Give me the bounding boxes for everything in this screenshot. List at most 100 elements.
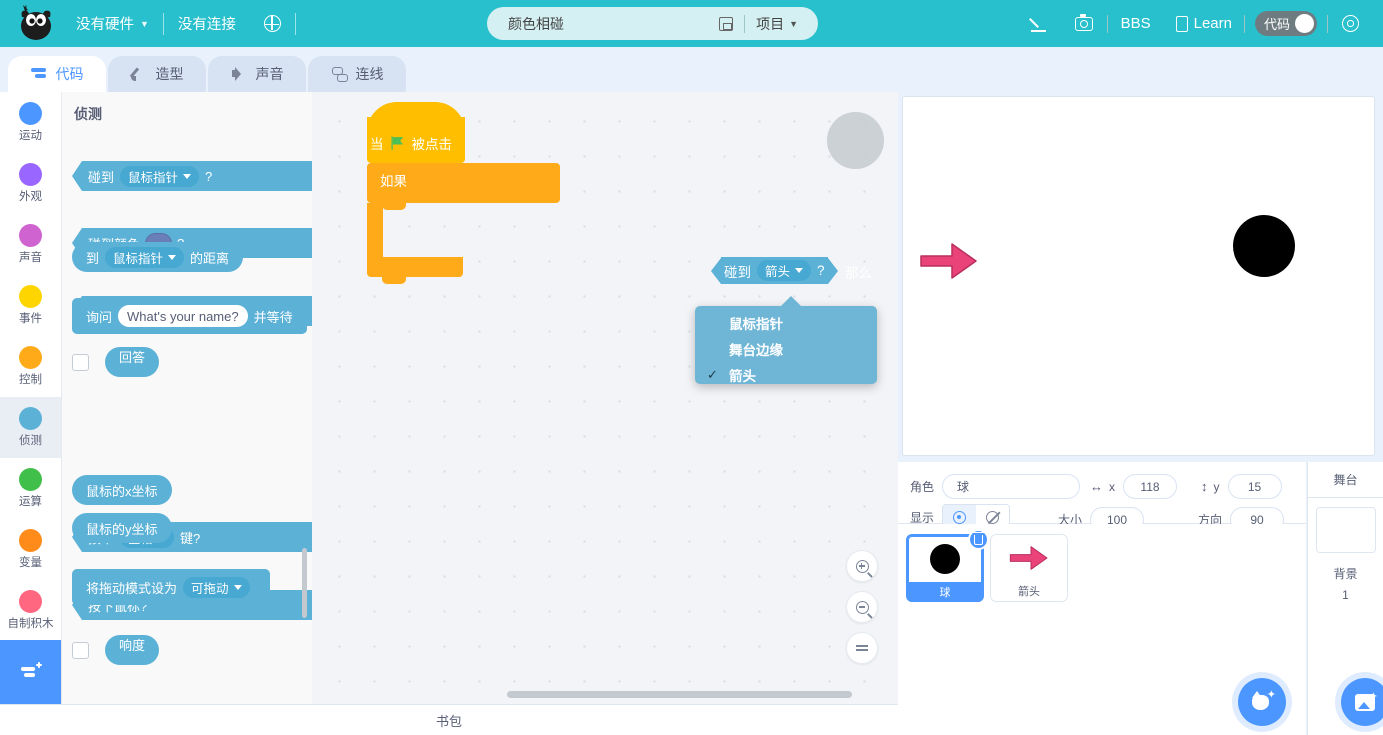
block-mouse-y[interactable]: 鼠标的y坐标 <box>72 513 172 543</box>
bool-center: 碰到 箭头 ? <box>721 257 828 284</box>
save-floppy-icon[interactable] <box>719 16 734 31</box>
palette-category-title: 侦测 <box>74 106 102 122</box>
category-motion-label: 运动 <box>19 130 42 142</box>
sprite-card-ball[interactable]: 球 <box>906 529 989 602</box>
dropdown-item-stage-edge[interactable]: 舞台边缘 <box>695 336 877 362</box>
add-extension-button[interactable] <box>0 640 61 704</box>
block-mouse-x[interactable]: 鼠标的x坐标 <box>72 475 172 505</box>
category-sound[interactable]: 声音 <box>0 214 61 275</box>
stage-canvas[interactable] <box>902 96 1375 456</box>
motion-color-dot <box>19 102 42 125</box>
bool-right-point <box>827 257 838 284</box>
chevron-down-icon-project: ▼ <box>789 18 798 29</box>
block-touching-dropdown[interactable]: 鼠标指针 <box>120 165 200 187</box>
delete-sprite-button[interactable] <box>968 529 989 550</box>
block-loudness[interactable]: 响度 <box>105 635 160 665</box>
block-distance-dropdown[interactable]: 鼠标指针 <box>105 246 185 268</box>
pink-arrow-thumb-icon <box>1009 546 1048 570</box>
category-looks[interactable]: 外观 <box>0 153 61 214</box>
block-drag-mode[interactable]: 将拖动模式设为 可拖动 <box>72 569 270 605</box>
add-sprite-button[interactable]: ✦ <box>1238 678 1286 726</box>
dropdown-item-arrow[interactable]: ✓ 箭头 <box>695 362 877 388</box>
block-touching[interactable]: 碰到 鼠标指针 ? <box>72 161 312 191</box>
tab-connect[interactable]: 连线 <box>308 56 406 92</box>
block-distance-to[interactable]: 到 鼠标指针 的距离 <box>72 242 244 272</box>
dropdown-item-mouse-pointer[interactable]: 鼠标指针 <box>695 310 877 336</box>
hardware-menu[interactable]: 没有硬件 ▼ <box>62 0 163 47</box>
stage-selector-title: 舞台 <box>1308 462 1383 498</box>
chevron-down-icon-distance <box>168 254 177 260</box>
sprite-name-row: 角色 球 <box>910 474 1081 499</box>
cat-logo-icon[interactable] <box>14 4 62 44</box>
category-variables[interactable]: 变量 <box>0 519 61 580</box>
category-motion[interactable]: 运动 <box>0 92 61 153</box>
bbs-link[interactable]: BBS <box>1108 15 1164 32</box>
sprite-name-input[interactable]: 球 <box>942 474 1081 499</box>
category-sound-label: 声音 <box>19 252 42 264</box>
link-icon <box>331 66 349 82</box>
chevron-down-icon-drag <box>233 584 242 590</box>
block-ask-input[interactable]: What's your name? <box>118 305 248 327</box>
category-sensing[interactable]: 侦测 <box>0 397 61 458</box>
tab-code[interactable]: 代码 <box>8 56 106 92</box>
project-title-input[interactable]: 颜色相碰 <box>487 14 719 34</box>
sprite-info-panel: 角色 球 ↔ x 118 ↕ y 15 显示 大小 100 方向 90 <box>898 462 1306 532</box>
screenshot-button[interactable] <box>1061 13 1107 31</box>
backpack-bar[interactable]: 书包 <box>0 704 898 735</box>
events-color-dot <box>19 285 42 308</box>
dropdown-item-mouse-pointer-label: 鼠标指针 <box>729 317 783 332</box>
block-loudness-label: 响度 <box>119 638 146 653</box>
backpack-label: 书包 <box>435 713 462 729</box>
block-drag-mode-dropdown[interactable]: 可拖动 <box>183 576 250 598</box>
bool-left-point <box>711 257 721 284</box>
stage-backdrop-thumb[interactable] <box>1315 507 1376 553</box>
touching-dropdown-script[interactable]: 箭头 <box>757 260 812 281</box>
category-operators[interactable]: 运算 <box>0 458 61 519</box>
category-rail: 运动 外观 声音 事件 控制 侦测 运算 变量 自制积木 <box>0 92 62 704</box>
tab-costumes[interactable]: 造型 <box>108 56 206 92</box>
answer-checkbox[interactable] <box>72 353 89 371</box>
edit-button[interactable] <box>1017 16 1061 32</box>
eye-off-icon <box>986 510 1000 524</box>
block-answer[interactable]: 回答 <box>105 347 160 377</box>
backdrop-count: 1 <box>1342 588 1349 602</box>
sprite-x-input[interactable]: 118 <box>1123 474 1177 499</box>
then-label: 那么 <box>845 266 872 281</box>
add-backdrop-button[interactable]: ✦ <box>1341 678 1383 726</box>
sensing-target-dropdown-menu[interactable]: 鼠标指针 舞台边缘 ✓ 箭头 <box>695 296 877 384</box>
settings-button[interactable] <box>1328 15 1373 32</box>
sprite-name-label: 角色 <box>910 480 935 494</box>
loudness-checkbox[interactable] <box>72 641 89 659</box>
speaker-icon <box>231 66 249 82</box>
pink-arrow-sprite[interactable] <box>918 237 980 290</box>
sprite-card-arrow[interactable]: 箭头 <box>990 534 1068 602</box>
code-mode-toggle[interactable]: 代码 <box>1245 11 1327 36</box>
connection-status[interactable]: 没有连接 <box>164 0 250 47</box>
workspace-horizontal-scrollbar[interactable] <box>507 691 852 698</box>
sound-color-dot <box>19 224 42 247</box>
green-flag-icon-block <box>390 136 403 150</box>
category-events[interactable]: 事件 <box>0 275 61 336</box>
black-ball-sprite[interactable] <box>1233 215 1295 277</box>
category-control[interactable]: 控制 <box>0 336 61 397</box>
block-palette[interactable]: 侦测 碰到 鼠标指针 ? 碰到颜色 ? 颜色 碰到 ? 到 <box>62 92 312 704</box>
palette-scrollbar[interactable] <box>302 548 307 618</box>
trash-icon <box>972 531 985 545</box>
script-workspace[interactable]: 当 被点击 如果 碰到 箭头 ? 那么 鼠标指针 舞台边缘 ✓ 箭头 <box>312 92 898 704</box>
learn-link[interactable]: Learn <box>1164 15 1244 32</box>
zoom-out-button[interactable] <box>846 591 878 623</box>
category-myblocks[interactable]: 自制积木 <box>0 580 61 641</box>
sprite-y-input[interactable]: 15 <box>1227 474 1282 499</box>
category-variables-label: 变量 <box>19 557 42 569</box>
block-ask-and-wait[interactable]: 询问 What's your name? 并等待 <box>72 298 307 334</box>
scratch-editor: 没有硬件 ▼ 没有连接 颜色相碰 项目 ▼ BBS Learn 代码 代码 造型… <box>0 0 1383 735</box>
tab-code-label: 代码 <box>55 66 84 82</box>
tab-sounds[interactable]: 声音 <box>208 56 306 92</box>
language-button[interactable] <box>250 0 295 47</box>
zoom-reset-button[interactable] <box>846 632 878 664</box>
block-touching-in-script[interactable]: 碰到 箭头 ? <box>711 257 838 284</box>
sparkle-icon-sprite: ✦ <box>1266 689 1276 701</box>
zoom-in-button[interactable] <box>846 550 878 582</box>
project-menu[interactable]: 项目 ▼ <box>756 14 798 34</box>
tabs-row: 代码 造型 声音 连线 ? <box>0 47 1383 132</box>
